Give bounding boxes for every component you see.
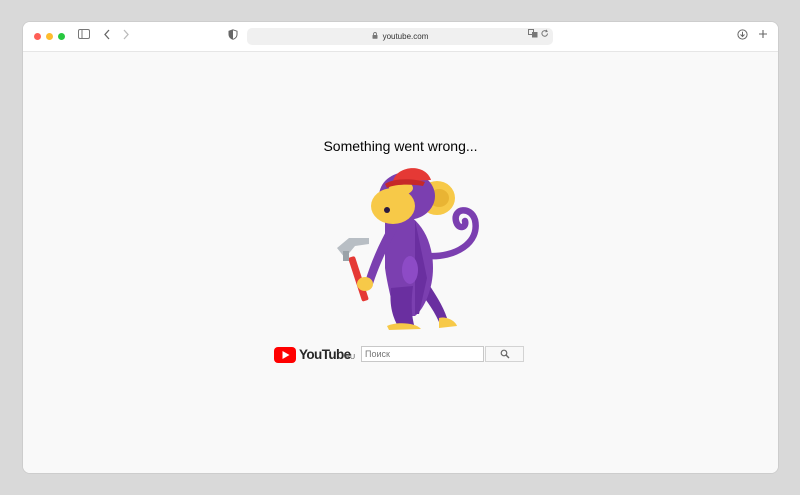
browser-toolbar: youtube.com [23,22,778,52]
youtube-logo[interactable]: YouTube RU [274,344,364,366]
lock-icon [372,32,380,41]
translate-icon[interactable] [528,29,538,43]
youtube-play-icon [274,347,296,363]
logo-region-code: RU [345,354,356,361]
logo-wordmark: YouTube [299,347,351,362]
download-icon[interactable] [737,29,748,44]
back-icon[interactable] [103,29,111,44]
monkey-illustration [337,168,479,330]
url-label: youtube.com [382,32,429,41]
browser-window: youtube.com Something went wrong... YouT… [23,22,778,473]
sidebar-icon[interactable] [78,29,90,43]
new-tab-icon[interactable] [758,29,768,43]
url-text[interactable]: youtube.com [247,30,553,44]
search-icon [500,349,510,359]
reload-icon[interactable] [541,29,549,43]
page-content: Something went wrong... YouTube RU Поиск [23,52,778,473]
address-bar[interactable]: youtube.com [247,28,553,45]
close-window-button[interactable] [34,33,41,40]
minimize-window-button[interactable] [46,33,53,40]
shield-icon[interactable] [228,29,238,44]
search-button[interactable] [485,346,524,362]
forward-icon[interactable] [122,29,130,44]
search-input[interactable] [361,346,484,362]
error-title: Something went wrong... [323,138,478,154]
zoom-window-button[interactable] [58,33,65,40]
